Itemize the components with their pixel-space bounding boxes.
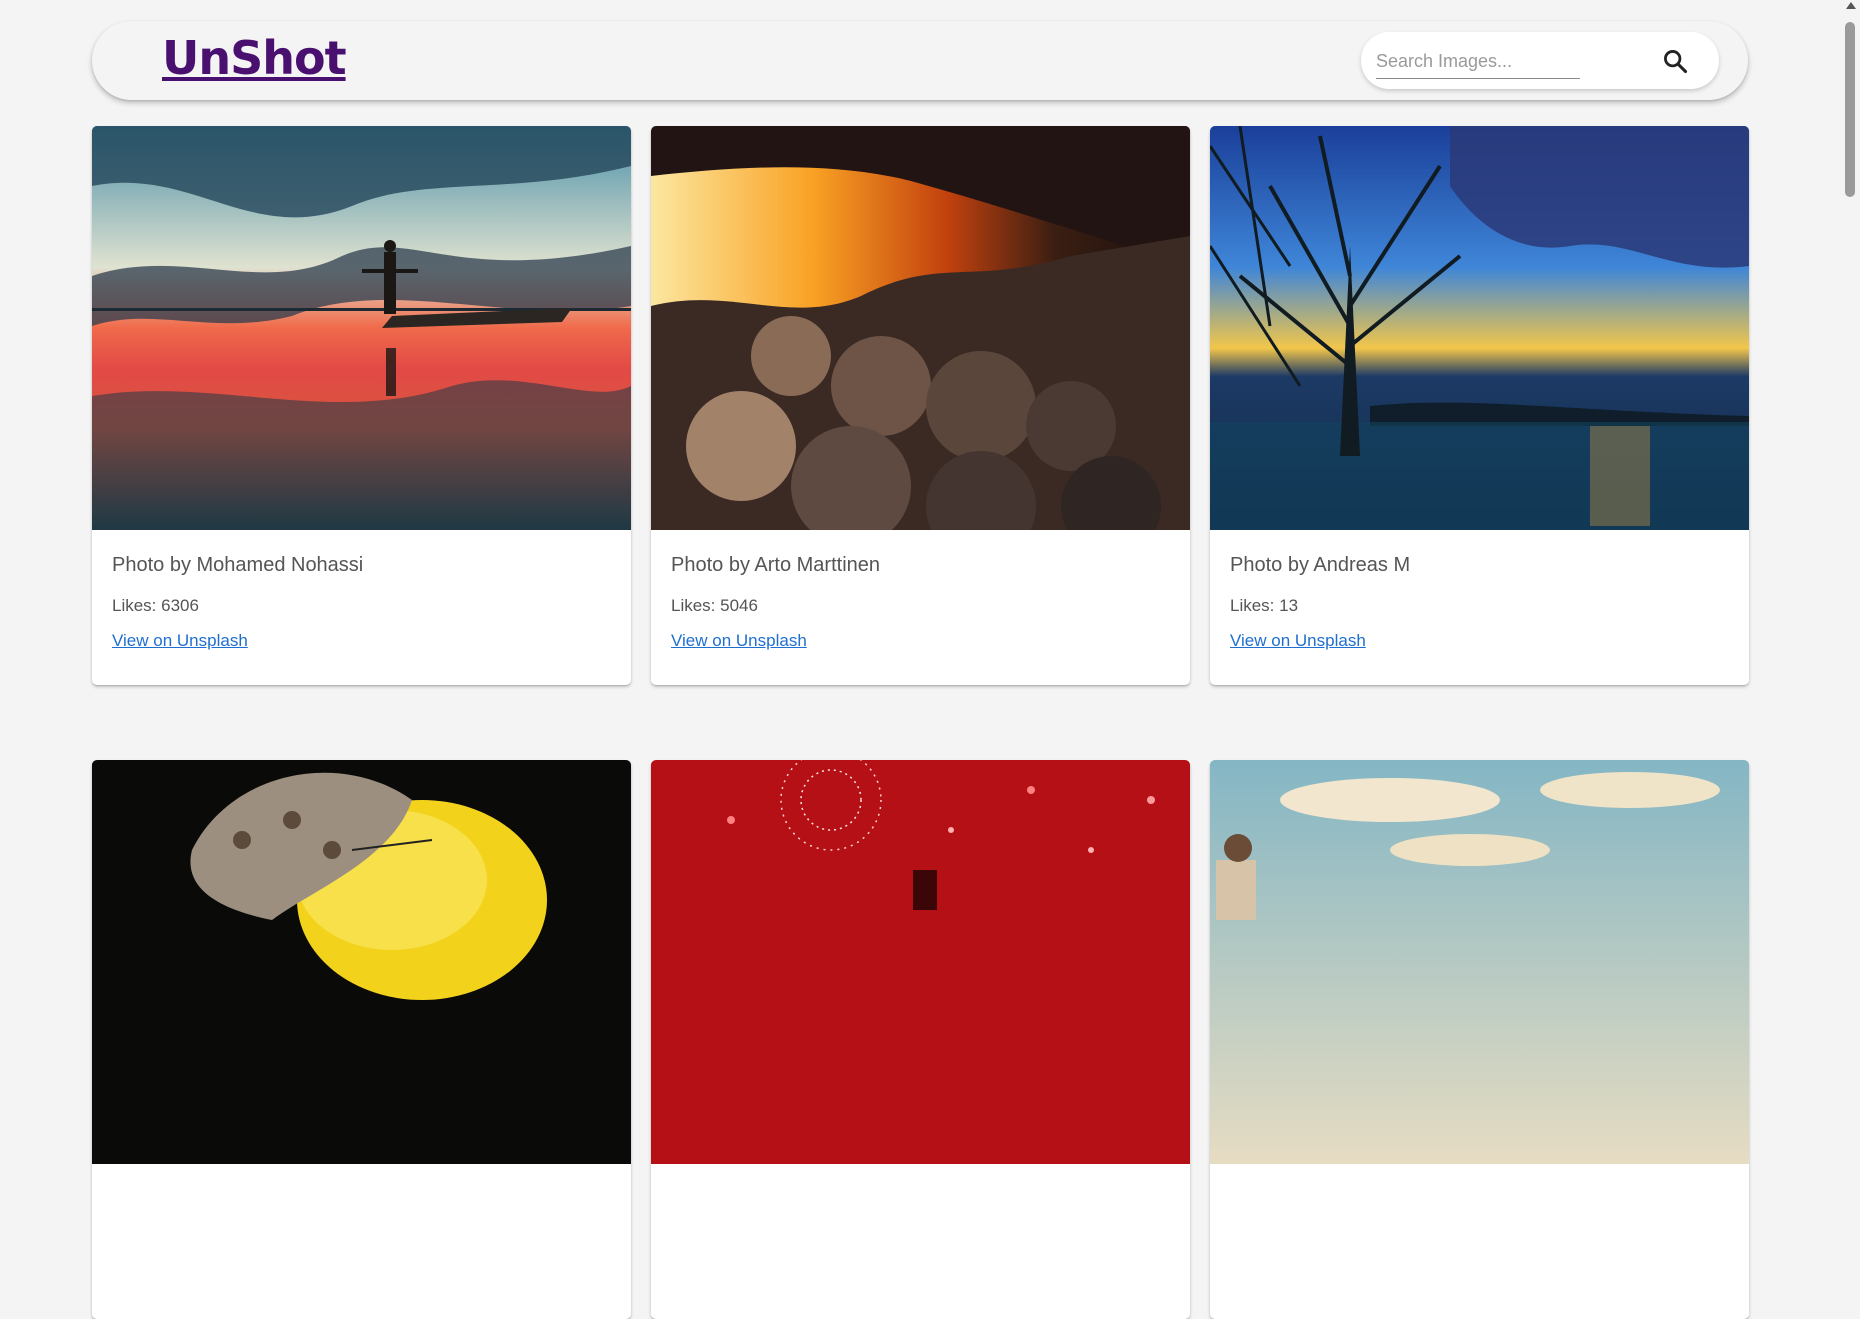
view-on-unsplash-link[interactable]: View on Unsplash: [112, 631, 248, 651]
photo-card: [1210, 760, 1749, 1319]
card-title: Photo by Arto Marttinen: [671, 554, 881, 576]
view-on-unsplash-link[interactable]: View on Unsplash: [1230, 631, 1366, 651]
view-on-unsplash-link[interactable]: View on Unsplash: [671, 631, 807, 651]
card-image[interactable]: [651, 760, 1190, 1164]
photo-card: [92, 760, 631, 1319]
search-input[interactable]: [1376, 44, 1580, 79]
photo-card: Photo by Mohamed Nohassi Likes: 6306 Vie…: [92, 126, 631, 685]
app-bar: UnShot: [92, 21, 1748, 100]
card-likes: Likes: 6306: [112, 596, 199, 615]
card-image[interactable]: [92, 126, 631, 530]
card-likes: Likes: 5046: [671, 596, 758, 615]
card-image[interactable]: [92, 760, 631, 1164]
photo-card: [651, 760, 1190, 1319]
card-image[interactable]: [1210, 126, 1749, 530]
vertical-scrollbar[interactable]: [1842, 0, 1860, 917]
search-box: [1361, 32, 1719, 89]
search-icon[interactable]: [1661, 47, 1689, 75]
photo-card: Photo by Arto Marttinen Likes: 5046 View…: [651, 126, 1190, 685]
card-image[interactable]: [651, 126, 1190, 530]
photo-card: Photo by Andreas M Likes: 13 View on Uns…: [1210, 126, 1749, 685]
scroll-up-arrow-icon[interactable]: [1846, 2, 1856, 9]
scroll-thumb[interactable]: [1845, 22, 1855, 197]
card-likes: Likes: 13: [1230, 596, 1299, 615]
logo-link[interactable]: UnShot: [162, 33, 347, 84]
card-title: Photo by Mohamed Nohassi: [112, 554, 364, 576]
card-image[interactable]: [1210, 760, 1749, 1164]
card-title: Photo by Andreas M: [1230, 554, 1411, 576]
